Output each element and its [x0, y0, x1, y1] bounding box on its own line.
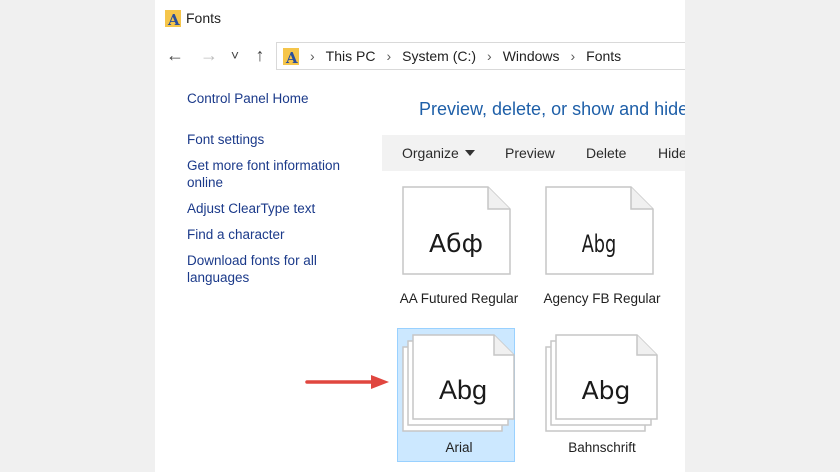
navigation-bar: ← → ˅ ↑ A › This PC › System (C:) › Wind… — [155, 38, 685, 72]
svg-text:A: A — [285, 49, 298, 65]
delete-button[interactable]: Delete — [586, 145, 626, 161]
hide-button[interactable]: Hide — [658, 145, 685, 161]
fonts-folder-icon: A — [283, 48, 299, 65]
preview-button[interactable]: Preview — [505, 145, 555, 161]
breadcrumb-separator: › — [386, 48, 392, 64]
sidebar-link-find-character[interactable]: Find a character — [187, 226, 362, 243]
font-tile-bahnschrift[interactable]: Abg Bahnschrift — [543, 333, 661, 455]
font-preview-text: Абф — [429, 229, 483, 258]
breadcrumb-separator: › — [487, 48, 492, 64]
font-file-icon: Abg — [545, 186, 654, 275]
sidebar-link-font-information[interactable]: Get more font information online — [187, 157, 357, 191]
dropdown-arrow-icon — [464, 150, 475, 157]
up-arrow-icon[interactable]: ↑ — [249, 44, 271, 66]
back-arrow-icon[interactable]: ← — [164, 44, 186, 66]
svg-text:A: A — [167, 11, 180, 27]
recent-dropdown-icon[interactable]: ˅ — [227, 44, 243, 66]
command-toolbar: Organize Preview Delete Hide — [382, 135, 685, 171]
font-tile-arial[interactable]: Abg Arial — [400, 333, 518, 455]
title-bar: A Fonts — [155, 0, 685, 36]
breadcrumb-separator: › — [570, 48, 576, 64]
font-tile-aa-futured[interactable]: Абф AA Futured Regular — [400, 184, 518, 306]
page-heading: Preview, delete, or show and hide — [419, 99, 685, 119]
organize-button[interactable]: Organize — [402, 145, 475, 161]
font-family-stack-icon: Abg — [545, 334, 658, 432]
font-name: Arial — [445, 440, 473, 455]
breadcrumb-separator: › — [310, 48, 315, 64]
sidebar-link-download-fonts[interactable]: Download fonts for all languages — [187, 252, 337, 286]
font-name: AA Futured Regular — [399, 291, 519, 306]
window-title: Fonts — [186, 10, 222, 26]
sidebar-link-font-settings[interactable]: Font settings — [187, 131, 362, 148]
breadcrumb-this-pc[interactable]: This PC — [326, 48, 376, 64]
breadcrumb-windows[interactable]: Windows — [503, 48, 560, 64]
sidebar-link-cleartype[interactable]: Adjust ClearType text — [187, 200, 362, 217]
breadcrumb-fonts[interactable]: Fonts — [586, 48, 621, 64]
font-tile-agency-fb[interactable]: Abg Agency FB Regular — [543, 184, 661, 306]
font-name: Bahnschrift — [568, 440, 636, 455]
font-name: Agency FB Regular — [543, 291, 661, 306]
font-family-stack-icon: Abg — [402, 334, 515, 432]
font-preview-text: Abg — [582, 231, 617, 258]
fonts-folder-icon: A — [165, 10, 181, 27]
address-bar[interactable]: A › This PC › System (C:) › Windows › Fo… — [276, 42, 685, 70]
red-pointer-arrow — [305, 375, 389, 389]
breadcrumb-system-c[interactable]: System (C:) — [402, 48, 476, 64]
font-preview-text: Abg — [582, 376, 631, 405]
fonts-window: A Fonts ← → ˅ ↑ A › This PC › System (C:… — [155, 0, 685, 472]
sidebar-link-control-panel-home[interactable]: Control Panel Home — [187, 90, 362, 107]
font-preview-text: Abg — [439, 375, 487, 405]
breadcrumb: › This PC › System (C:) › Windows › Font… — [299, 43, 621, 69]
forward-arrow-icon[interactable]: → — [198, 44, 220, 66]
font-file-icon: Абф — [402, 186, 511, 275]
organize-label: Organize — [402, 145, 459, 161]
